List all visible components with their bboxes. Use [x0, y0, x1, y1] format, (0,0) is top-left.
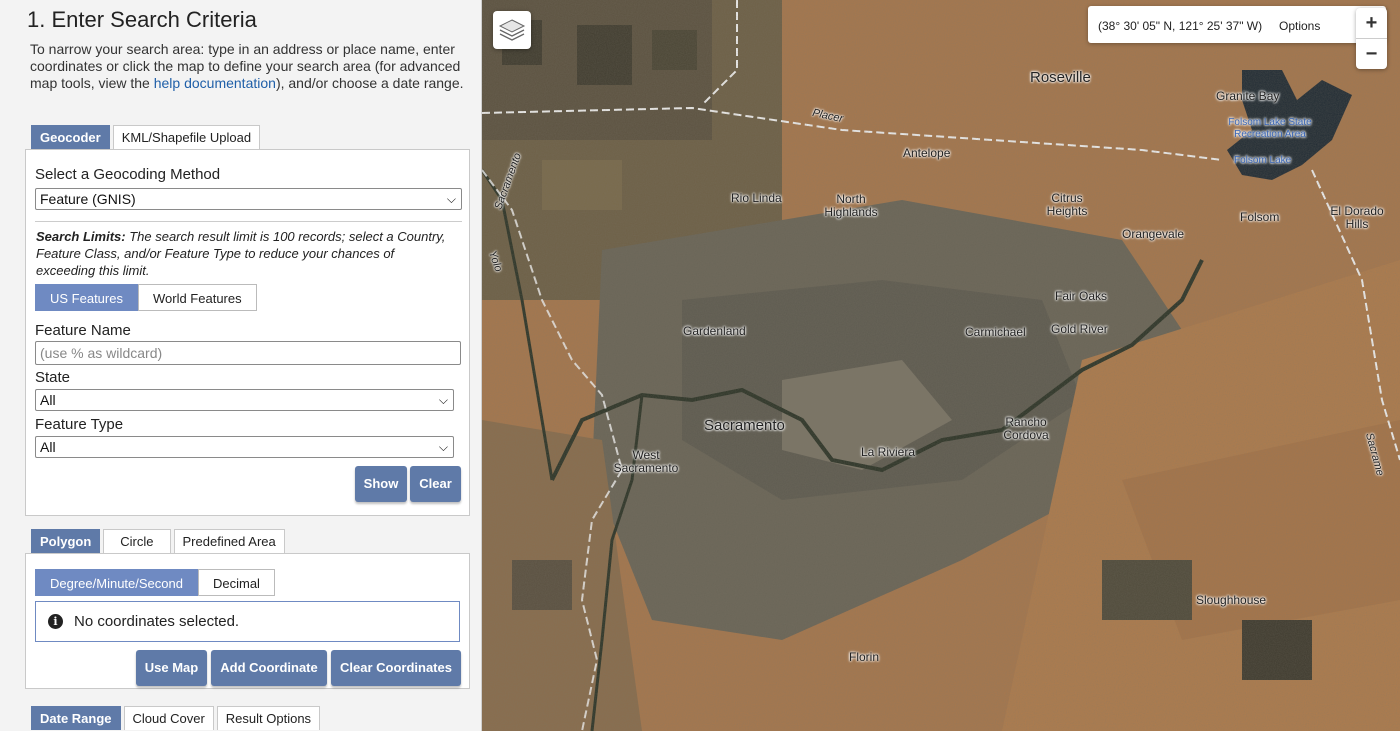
- options-link[interactable]: Options: [1279, 19, 1320, 33]
- tab-circle[interactable]: Circle: [103, 529, 171, 553]
- chevron-down-icon: ⌵: [446, 192, 456, 206]
- add-coordinate-button[interactable]: Add Coordinate: [211, 650, 327, 686]
- place-label: Gardenland: [683, 324, 746, 338]
- geocoding-method-value: Feature (GNIS): [40, 191, 136, 207]
- place-label: Sloughhouse: [1196, 593, 1267, 607]
- satellite-map[interactable]: Roseville Granite Bay Folsom Lake State …: [482, 0, 1400, 731]
- tab-cloud-cover[interactable]: Cloud Cover: [123, 706, 214, 730]
- us-features-button[interactable]: US Features: [35, 284, 138, 311]
- intro-text: To narrow your search area: type in an a…: [30, 41, 470, 92]
- tab-geocoder[interactable]: Geocoder: [31, 125, 110, 149]
- place-label: Orangevale: [1122, 227, 1185, 241]
- place-label: Carmichael: [965, 325, 1026, 339]
- place-label: Folsom Lake State Recreation Area: [1228, 117, 1312, 140]
- tab-kml-shapefile-upload[interactable]: KML/Shapefile Upload: [112, 125, 261, 149]
- no-coordinates-text: No coordinates selected.: [74, 613, 240, 630]
- feature-type-select[interactable]: All ⌵: [35, 436, 454, 458]
- search-criteria-panel: 1. Enter Search Criteria To narrow your …: [0, 0, 482, 731]
- feature-name-label: Feature Name: [35, 322, 131, 339]
- chevron-down-icon: ⌵: [438, 393, 448, 407]
- place-label: Gold River: [1051, 322, 1108, 336]
- chevron-down-icon: ⌵: [438, 440, 448, 454]
- zoom-in-button[interactable]: +: [1356, 8, 1387, 39]
- no-coordinates-alert: i No coordinates selected.: [35, 601, 460, 642]
- decimal-button[interactable]: Decimal: [197, 569, 275, 596]
- panel-title: 1. Enter Search Criteria: [27, 7, 257, 32]
- cursor-coordinates: (38° 30' 05" N, 121° 25' 37" W): [1098, 19, 1263, 33]
- degree-minute-second-button[interactable]: Degree/Minute/Second: [35, 569, 198, 596]
- coordinate-format-toggle: Degree/Minute/Second Decimal: [35, 569, 275, 596]
- place-label: Rio Linda: [731, 191, 782, 205]
- place-label: Citrus Heights: [1046, 191, 1088, 218]
- feature-region-toggle: US Features World Features: [35, 284, 257, 311]
- state-value: All: [40, 392, 56, 408]
- geocoding-method-label: Select a Geocoding Method: [35, 166, 221, 183]
- layers-icon: [498, 19, 526, 41]
- search-limits-heading: Search Limits:: [36, 229, 126, 244]
- layers-button[interactable]: [493, 11, 531, 49]
- tab-result-options[interactable]: Result Options: [216, 706, 321, 730]
- feature-type-value: All: [40, 439, 56, 455]
- place-label: El Dorado Hills: [1330, 204, 1384, 231]
- place-label: Folsom Lake: [1234, 155, 1292, 166]
- show-button[interactable]: Show: [355, 466, 407, 502]
- place-label: Sacramento: [704, 417, 785, 434]
- state-label: State: [35, 369, 71, 386]
- map-imagery: [482, 0, 1400, 731]
- tab-date-range[interactable]: Date Range: [31, 706, 121, 730]
- intro-text-suffix: ), and/or choose a date range.: [275, 75, 464, 91]
- divider: [35, 221, 462, 222]
- place-label: La Riviera: [861, 445, 916, 459]
- coordinate-readout: (38° 30' 05" N, 121° 25' 37" W) Options: [1088, 6, 1386, 43]
- place-label: Roseville: [1030, 69, 1091, 86]
- tab-predefined-area[interactable]: Predefined Area: [173, 529, 285, 553]
- clear-coordinates-button[interactable]: Clear Coordinates: [331, 650, 461, 686]
- options-tabs: Date Range Cloud Cover Result Options: [31, 706, 321, 730]
- place-label: Florin: [849, 650, 880, 664]
- feature-name-input[interactable]: (use % as wildcard): [35, 341, 461, 365]
- zoom-control: + −: [1356, 8, 1387, 69]
- area-tabs: Polygon Circle Predefined Area: [31, 529, 285, 553]
- tab-polygon[interactable]: Polygon: [31, 529, 101, 553]
- state-select[interactable]: All ⌵: [35, 389, 454, 411]
- clear-button[interactable]: Clear: [410, 466, 461, 502]
- geocoder-box: Select a Geocoding Method Feature (GNIS)…: [25, 149, 470, 516]
- place-label: Fair Oaks: [1055, 289, 1108, 303]
- world-features-button[interactable]: World Features: [137, 284, 257, 311]
- place-label: North Highlands: [824, 192, 878, 219]
- use-map-button[interactable]: Use Map: [136, 650, 207, 686]
- search-limits-note: Search Limits: The search result limit i…: [36, 228, 446, 279]
- geocoder-tabs: Geocoder KML/Shapefile Upload: [31, 125, 261, 149]
- help-documentation-link[interactable]: help documentation: [154, 75, 276, 91]
- feature-type-label: Feature Type: [35, 416, 124, 433]
- geocoding-method-select[interactable]: Feature (GNIS) ⌵: [35, 188, 462, 210]
- place-label: West Sacramento: [613, 448, 679, 475]
- place-label: Rancho Cordova: [1003, 415, 1049, 442]
- zoom-out-button[interactable]: −: [1356, 39, 1387, 69]
- place-label: Folsom: [1240, 210, 1280, 224]
- place-label: Antelope: [903, 146, 951, 160]
- place-label: Granite Bay: [1216, 89, 1280, 103]
- info-icon: i: [48, 614, 63, 629]
- coordinates-box: Degree/Minute/Second Decimal i No coordi…: [25, 553, 470, 689]
